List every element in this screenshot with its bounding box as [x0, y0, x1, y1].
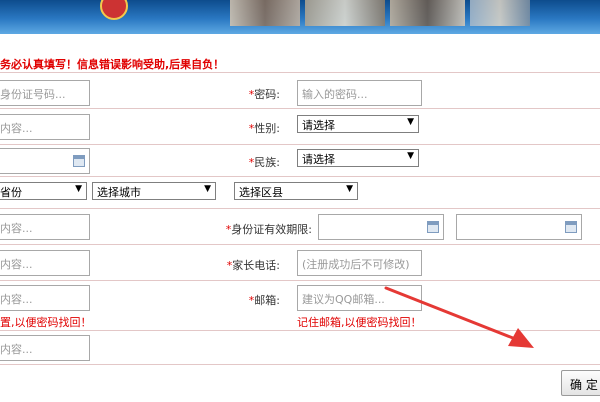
email-label: *邮箱:: [200, 292, 280, 308]
email-label-text: 邮箱:: [254, 294, 280, 307]
id-validity-label-text: 身份证有效期限:: [231, 223, 312, 236]
text-input[interactable]: 内容...: [0, 214, 90, 240]
row-divider: [0, 108, 600, 109]
banner-photo: [230, 0, 300, 26]
district-select-value: 选择区县: [239, 186, 283, 199]
calendar-icon[interactable]: [427, 221, 439, 233]
chevron-down-icon: ▼: [407, 151, 414, 161]
parent-phone-input[interactable]: (注册成功后不可修改): [297, 250, 422, 276]
city-select-value: 选择城市: [97, 186, 141, 199]
name-input[interactable]: 内容...: [0, 114, 90, 140]
row-divider: [0, 244, 600, 245]
submit-button[interactable]: 确 定: [561, 370, 600, 396]
text-input[interactable]: 内容...: [0, 285, 90, 311]
chevron-down-icon: ▼: [407, 117, 414, 127]
row-divider: [0, 72, 600, 73]
chevron-down-icon: ▼: [346, 184, 353, 194]
row-divider: [0, 364, 600, 365]
birthdate-input[interactable]: [0, 148, 90, 174]
left-hint-text: 置,以便密码找回！: [0, 316, 92, 329]
id-validity-start-input[interactable]: [318, 214, 444, 240]
district-select[interactable]: 选择区县 ▼: [234, 182, 358, 200]
ethnicity-label: *民族:: [200, 154, 280, 170]
id-validity-label: *身份证有效期限:: [200, 221, 312, 237]
header-banner: [0, 0, 600, 34]
password-label: *密码:: [200, 86, 280, 102]
calendar-icon[interactable]: [73, 155, 85, 167]
warning-notice: 务必认真填写！信息错误影响受助,后果自负！: [0, 58, 225, 71]
parent-phone-label-text: 家长电话:: [232, 259, 280, 272]
text-input[interactable]: 内容...: [0, 250, 90, 276]
row-divider: [0, 144, 600, 145]
password-label-text: 密码:: [254, 88, 280, 101]
id-number-input[interactable]: 身份证号码...: [0, 80, 90, 106]
calendar-icon[interactable]: [565, 221, 577, 233]
ethnicity-label-text: 民族:: [254, 156, 280, 169]
password-input[interactable]: 输入的密码...: [297, 80, 422, 106]
parent-phone-label: *家长电话:: [200, 257, 280, 273]
chevron-down-icon: ▼: [75, 184, 82, 194]
emblem-icon: [100, 0, 128, 20]
row-divider: [0, 208, 600, 209]
annotation-arrow-icon: [384, 286, 534, 348]
province-select-value: 省份: [0, 186, 22, 199]
banner-photo: [390, 0, 465, 26]
id-validity-end-input[interactable]: [456, 214, 582, 240]
city-select[interactable]: 选择城市 ▼: [92, 182, 216, 200]
chevron-down-icon: ▼: [204, 184, 211, 194]
province-select[interactable]: 省份 ▼: [0, 182, 87, 200]
ethnicity-select[interactable]: 请选择 ▼: [297, 149, 419, 167]
gender-select[interactable]: 请选择 ▼: [297, 115, 419, 133]
gender-label: *性别:: [200, 120, 280, 136]
banner-photo: [470, 0, 530, 26]
ethnicity-select-value: 请选择: [302, 153, 335, 166]
gender-select-value: 请选择: [302, 119, 335, 132]
banner-photo: [305, 0, 385, 26]
gender-label-text: 性别:: [254, 122, 280, 135]
row-divider: [0, 176, 600, 177]
text-input[interactable]: 内容...: [0, 335, 90, 361]
